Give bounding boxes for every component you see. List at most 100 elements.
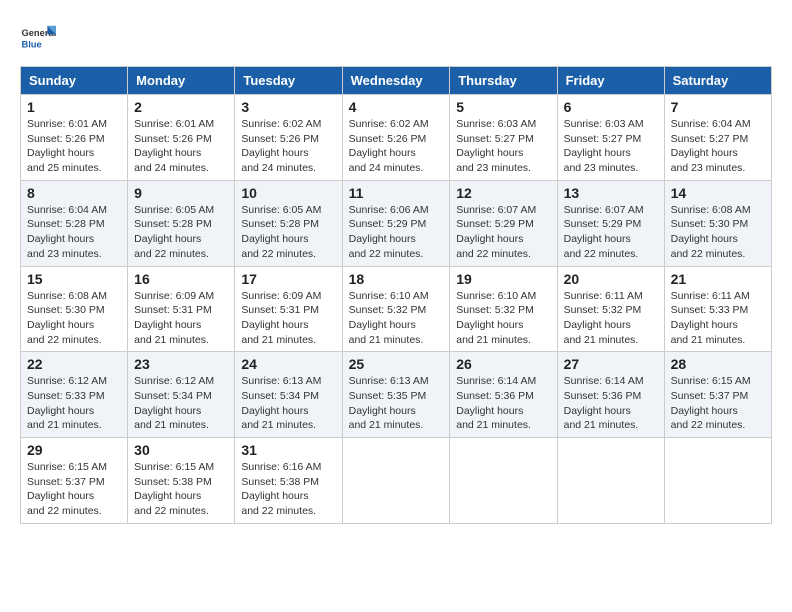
calendar-cell: 17 Sunrise: 6:09 AMSunset: 5:31 PMDaylig…	[235, 266, 342, 352]
day-number: 5	[456, 99, 550, 115]
day-info: Sunrise: 6:03 AMSunset: 5:27 PMDaylight …	[564, 118, 644, 174]
day-number: 6	[564, 99, 658, 115]
day-number: 10	[241, 185, 335, 201]
day-info: Sunrise: 6:16 AMSunset: 5:38 PMDaylight …	[241, 461, 321, 517]
calendar-cell: 19 Sunrise: 6:10 AMSunset: 5:32 PMDaylig…	[450, 266, 557, 352]
day-number: 14	[671, 185, 765, 201]
calendar-table: SundayMondayTuesdayWednesdayThursdayFrid…	[20, 66, 772, 524]
day-info: Sunrise: 6:15 AMSunset: 5:37 PMDaylight …	[671, 375, 751, 431]
day-number: 28	[671, 356, 765, 372]
calendar-cell	[450, 438, 557, 524]
day-info: Sunrise: 6:01 AMSunset: 5:26 PMDaylight …	[27, 118, 107, 174]
day-number: 21	[671, 271, 765, 287]
day-info: Sunrise: 6:14 AMSunset: 5:36 PMDaylight …	[456, 375, 536, 431]
calendar-cell: 18 Sunrise: 6:10 AMSunset: 5:32 PMDaylig…	[342, 266, 450, 352]
calendar-header-row: SundayMondayTuesdayWednesdayThursdayFrid…	[21, 67, 772, 95]
day-info: Sunrise: 6:13 AMSunset: 5:34 PMDaylight …	[241, 375, 321, 431]
day-info: Sunrise: 6:14 AMSunset: 5:36 PMDaylight …	[564, 375, 644, 431]
day-info: Sunrise: 6:08 AMSunset: 5:30 PMDaylight …	[671, 204, 751, 260]
column-header-saturday: Saturday	[664, 67, 771, 95]
calendar-cell: 10 Sunrise: 6:05 AMSunset: 5:28 PMDaylig…	[235, 180, 342, 266]
day-info: Sunrise: 6:02 AMSunset: 5:26 PMDaylight …	[241, 118, 321, 174]
column-header-friday: Friday	[557, 67, 664, 95]
day-number: 31	[241, 442, 335, 458]
day-number: 23	[134, 356, 228, 372]
calendar-cell: 16 Sunrise: 6:09 AMSunset: 5:31 PMDaylig…	[128, 266, 235, 352]
day-info: Sunrise: 6:11 AMSunset: 5:32 PMDaylight …	[564, 290, 643, 346]
day-info: Sunrise: 6:12 AMSunset: 5:34 PMDaylight …	[134, 375, 214, 431]
calendar-cell: 5 Sunrise: 6:03 AMSunset: 5:27 PMDayligh…	[450, 95, 557, 181]
day-number: 2	[134, 99, 228, 115]
calendar-cell	[664, 438, 771, 524]
day-info: Sunrise: 6:09 AMSunset: 5:31 PMDaylight …	[134, 290, 214, 346]
day-info: Sunrise: 6:07 AMSunset: 5:29 PMDaylight …	[564, 204, 644, 260]
day-number: 9	[134, 185, 228, 201]
calendar-cell: 9 Sunrise: 6:05 AMSunset: 5:28 PMDayligh…	[128, 180, 235, 266]
calendar-week-row: 22 Sunrise: 6:12 AMSunset: 5:33 PMDaylig…	[21, 352, 772, 438]
calendar-week-row: 1 Sunrise: 6:01 AMSunset: 5:26 PMDayligh…	[21, 95, 772, 181]
day-number: 29	[27, 442, 121, 458]
day-info: Sunrise: 6:04 AMSunset: 5:27 PMDaylight …	[671, 118, 751, 174]
calendar-cell: 25 Sunrise: 6:13 AMSunset: 5:35 PMDaylig…	[342, 352, 450, 438]
calendar-cell: 7 Sunrise: 6:04 AMSunset: 5:27 PMDayligh…	[664, 95, 771, 181]
page-header: General Blue	[20, 20, 772, 56]
calendar-cell: 26 Sunrise: 6:14 AMSunset: 5:36 PMDaylig…	[450, 352, 557, 438]
calendar-cell: 27 Sunrise: 6:14 AMSunset: 5:36 PMDaylig…	[557, 352, 664, 438]
day-number: 11	[349, 185, 444, 201]
day-number: 24	[241, 356, 335, 372]
column-header-sunday: Sunday	[21, 67, 128, 95]
day-number: 25	[349, 356, 444, 372]
day-info: Sunrise: 6:01 AMSunset: 5:26 PMDaylight …	[134, 118, 214, 174]
logo: General Blue	[20, 20, 56, 56]
logo-icon: General Blue	[20, 20, 56, 56]
day-number: 27	[564, 356, 658, 372]
calendar-cell: 4 Sunrise: 6:02 AMSunset: 5:26 PMDayligh…	[342, 95, 450, 181]
calendar-cell: 22 Sunrise: 6:12 AMSunset: 5:33 PMDaylig…	[21, 352, 128, 438]
day-number: 15	[27, 271, 121, 287]
calendar-week-row: 15 Sunrise: 6:08 AMSunset: 5:30 PMDaylig…	[21, 266, 772, 352]
day-info: Sunrise: 6:15 AMSunset: 5:38 PMDaylight …	[134, 461, 214, 517]
day-info: Sunrise: 6:02 AMSunset: 5:26 PMDaylight …	[349, 118, 429, 174]
day-number: 7	[671, 99, 765, 115]
day-info: Sunrise: 6:05 AMSunset: 5:28 PMDaylight …	[241, 204, 321, 260]
day-number: 13	[564, 185, 658, 201]
day-info: Sunrise: 6:07 AMSunset: 5:29 PMDaylight …	[456, 204, 536, 260]
day-info: Sunrise: 6:11 AMSunset: 5:33 PMDaylight …	[671, 290, 750, 346]
calendar-week-row: 29 Sunrise: 6:15 AMSunset: 5:37 PMDaylig…	[21, 438, 772, 524]
day-number: 19	[456, 271, 550, 287]
day-info: Sunrise: 6:05 AMSunset: 5:28 PMDaylight …	[134, 204, 214, 260]
day-number: 16	[134, 271, 228, 287]
day-number: 12	[456, 185, 550, 201]
day-number: 26	[456, 356, 550, 372]
calendar-week-row: 8 Sunrise: 6:04 AMSunset: 5:28 PMDayligh…	[21, 180, 772, 266]
calendar-cell: 2 Sunrise: 6:01 AMSunset: 5:26 PMDayligh…	[128, 95, 235, 181]
column-header-tuesday: Tuesday	[235, 67, 342, 95]
calendar-cell: 30 Sunrise: 6:15 AMSunset: 5:38 PMDaylig…	[128, 438, 235, 524]
calendar-cell: 8 Sunrise: 6:04 AMSunset: 5:28 PMDayligh…	[21, 180, 128, 266]
calendar-cell: 29 Sunrise: 6:15 AMSunset: 5:37 PMDaylig…	[21, 438, 128, 524]
day-number: 3	[241, 99, 335, 115]
svg-text:Blue: Blue	[21, 39, 41, 49]
day-info: Sunrise: 6:09 AMSunset: 5:31 PMDaylight …	[241, 290, 321, 346]
calendar-cell: 24 Sunrise: 6:13 AMSunset: 5:34 PMDaylig…	[235, 352, 342, 438]
calendar-cell: 20 Sunrise: 6:11 AMSunset: 5:32 PMDaylig…	[557, 266, 664, 352]
calendar-cell: 3 Sunrise: 6:02 AMSunset: 5:26 PMDayligh…	[235, 95, 342, 181]
calendar-cell: 11 Sunrise: 6:06 AMSunset: 5:29 PMDaylig…	[342, 180, 450, 266]
calendar-cell: 28 Sunrise: 6:15 AMSunset: 5:37 PMDaylig…	[664, 352, 771, 438]
day-number: 30	[134, 442, 228, 458]
calendar-cell: 15 Sunrise: 6:08 AMSunset: 5:30 PMDaylig…	[21, 266, 128, 352]
calendar-cell: 31 Sunrise: 6:16 AMSunset: 5:38 PMDaylig…	[235, 438, 342, 524]
calendar-cell: 21 Sunrise: 6:11 AMSunset: 5:33 PMDaylig…	[664, 266, 771, 352]
column-header-wednesday: Wednesday	[342, 67, 450, 95]
day-info: Sunrise: 6:15 AMSunset: 5:37 PMDaylight …	[27, 461, 107, 517]
calendar-cell: 6 Sunrise: 6:03 AMSunset: 5:27 PMDayligh…	[557, 95, 664, 181]
day-info: Sunrise: 6:03 AMSunset: 5:27 PMDaylight …	[456, 118, 536, 174]
day-number: 20	[564, 271, 658, 287]
calendar-cell: 13 Sunrise: 6:07 AMSunset: 5:29 PMDaylig…	[557, 180, 664, 266]
day-number: 8	[27, 185, 121, 201]
day-info: Sunrise: 6:08 AMSunset: 5:30 PMDaylight …	[27, 290, 107, 346]
day-number: 22	[27, 356, 121, 372]
day-info: Sunrise: 6:10 AMSunset: 5:32 PMDaylight …	[456, 290, 536, 346]
calendar-cell	[342, 438, 450, 524]
day-info: Sunrise: 6:10 AMSunset: 5:32 PMDaylight …	[349, 290, 429, 346]
